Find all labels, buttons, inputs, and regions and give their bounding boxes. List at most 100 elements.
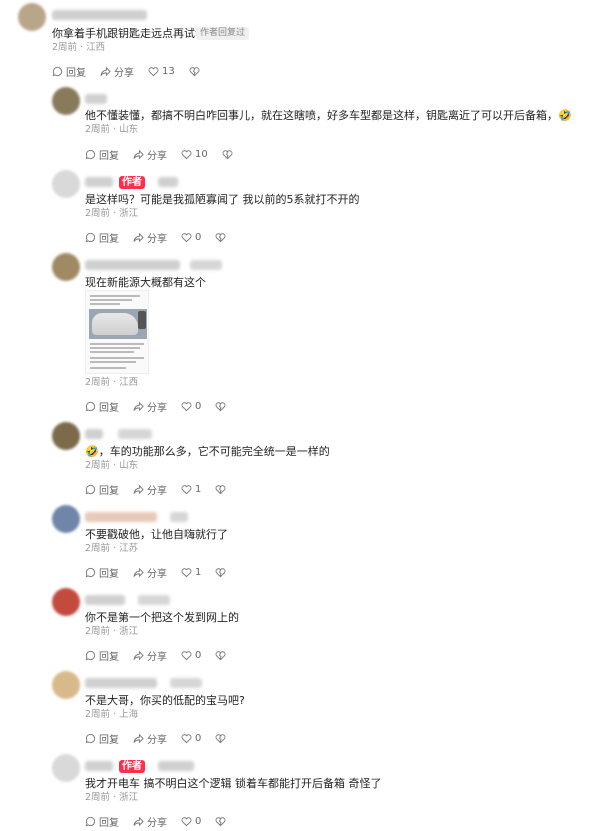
username[interactable] — [85, 260, 180, 270]
laughing-emoji-icon: 🤣 — [85, 445, 99, 458]
like-count: 1 — [195, 567, 202, 578]
like-count: 13 — [162, 66, 175, 77]
heart-icon — [181, 485, 192, 495]
comment-image[interactable] — [85, 290, 149, 374]
reply-target-username[interactable] — [118, 429, 152, 439]
comment-meta: 2周前 · 浙江 — [85, 626, 139, 637]
share-button[interactable]: 分享 — [133, 230, 167, 245]
like-count: 1 — [195, 484, 202, 495]
avatar[interactable] — [18, 3, 46, 31]
reply-target-username[interactable] — [170, 512, 188, 522]
comment-meta: 2周前 · 浙江 — [85, 208, 139, 219]
comment-actions: 回复 分享 1 — [85, 482, 229, 497]
comment-text: 🤣，车的功能那么多，它不可能完全统一是一样的 — [85, 445, 330, 458]
avatar[interactable] — [52, 253, 80, 281]
comment-meta: 2周前 · 江苏 — [85, 543, 139, 554]
broken-heart-icon — [215, 817, 226, 827]
dislike-button[interactable] — [215, 816, 229, 827]
avatar[interactable] — [52, 422, 80, 450]
like-count: 0 — [195, 816, 202, 827]
avatar[interactable] — [52, 754, 80, 782]
avatar[interactable] — [52, 87, 80, 115]
reply-target-username[interactable] — [158, 761, 194, 771]
like-button[interactable]: 0 — [181, 733, 201, 744]
dislike-button[interactable] — [215, 401, 229, 412]
username[interactable] — [85, 678, 157, 688]
reply-icon — [85, 567, 96, 578]
share-icon — [133, 232, 144, 243]
broken-heart-icon — [215, 402, 226, 412]
share-icon — [100, 66, 111, 77]
share-button[interactable]: 分享 — [133, 648, 167, 663]
like-button[interactable]: 13 — [148, 66, 175, 77]
comment-text: 不要戳破他，让他自嗨就行了 — [85, 528, 228, 541]
reply-target-username[interactable] — [170, 678, 202, 688]
reply-button[interactable]: 回复 — [85, 147, 119, 162]
avatar[interactable] — [52, 170, 80, 198]
comment-actions: 回复 分享 1 — [85, 565, 229, 580]
share-button[interactable]: 分享 — [133, 731, 167, 746]
avatar[interactable] — [52, 588, 80, 616]
reply-button[interactable]: 回复 — [85, 814, 119, 829]
broken-heart-icon — [215, 734, 226, 744]
share-button[interactable]: 分享 — [133, 814, 167, 829]
share-button[interactable]: 分享 — [133, 482, 167, 497]
reply-button[interactable]: 回复 — [52, 64, 86, 79]
share-icon — [133, 816, 144, 827]
like-button[interactable]: 0 — [181, 232, 201, 243]
reply-icon — [85, 733, 96, 744]
comment-text: 他不懂装懂，都搞不明白咋回事儿，就在这瞎喷，好多车型都是这样，钥匙离近了可以开后… — [85, 109, 572, 122]
dislike-button[interactable] — [215, 733, 229, 744]
like-button[interactable]: 0 — [181, 816, 201, 827]
username[interactable] — [52, 10, 147, 20]
like-count: 10 — [195, 149, 208, 160]
like-button[interactable]: 1 — [181, 567, 201, 578]
heart-icon — [181, 233, 192, 243]
share-button[interactable]: 分享 — [133, 399, 167, 414]
dislike-button[interactable] — [215, 567, 229, 578]
username[interactable] — [85, 94, 107, 104]
share-icon — [133, 401, 144, 412]
dislike-button[interactable] — [189, 66, 203, 77]
dislike-button[interactable] — [215, 650, 229, 661]
laughing-emoji-icon: 🤣 — [558, 109, 572, 122]
username[interactable] — [85, 177, 113, 187]
dislike-button[interactable] — [222, 149, 236, 160]
reply-target-username[interactable] — [190, 260, 222, 270]
reply-button[interactable]: 回复 — [85, 482, 119, 497]
like-count: 0 — [195, 733, 202, 744]
like-button[interactable]: 0 — [181, 650, 201, 661]
reply-target-username[interactable] — [138, 595, 170, 605]
reply-icon — [85, 401, 96, 412]
reply-target-username[interactable] — [158, 177, 178, 187]
like-count: 0 — [195, 401, 202, 412]
reply-button[interactable]: 回复 — [85, 565, 119, 580]
reply-button[interactable]: 回复 — [85, 648, 119, 663]
reply-icon — [85, 232, 96, 243]
like-button[interactable]: 0 — [181, 401, 201, 412]
username[interactable] — [85, 512, 157, 522]
comment-actions: 回复 分享 13 — [52, 64, 203, 79]
broken-heart-icon — [222, 150, 233, 160]
comment-meta: 2周前 · 上海 — [85, 709, 139, 720]
username[interactable] — [85, 761, 113, 771]
username[interactable] — [85, 429, 103, 439]
like-button[interactable]: 10 — [181, 149, 208, 160]
author-replied-badge: 作者回复过 — [196, 27, 250, 40]
reply-button[interactable]: 回复 — [85, 230, 119, 245]
heart-icon — [181, 402, 192, 412]
share-button[interactable]: 分享 — [100, 64, 134, 79]
reply-icon — [85, 484, 96, 495]
reply-button[interactable]: 回复 — [85, 399, 119, 414]
avatar[interactable] — [52, 671, 80, 699]
share-button[interactable]: 分享 — [133, 147, 167, 162]
username[interactable] — [85, 595, 125, 605]
comment-actions: 回复 分享 0 — [85, 230, 229, 245]
share-button[interactable]: 分享 — [133, 565, 167, 580]
like-button[interactable]: 1 — [181, 484, 201, 495]
reply-button[interactable]: 回复 — [85, 731, 119, 746]
dislike-button[interactable] — [215, 484, 229, 495]
share-icon — [133, 650, 144, 661]
avatar[interactable] — [52, 505, 80, 533]
dislike-button[interactable] — [215, 232, 229, 243]
